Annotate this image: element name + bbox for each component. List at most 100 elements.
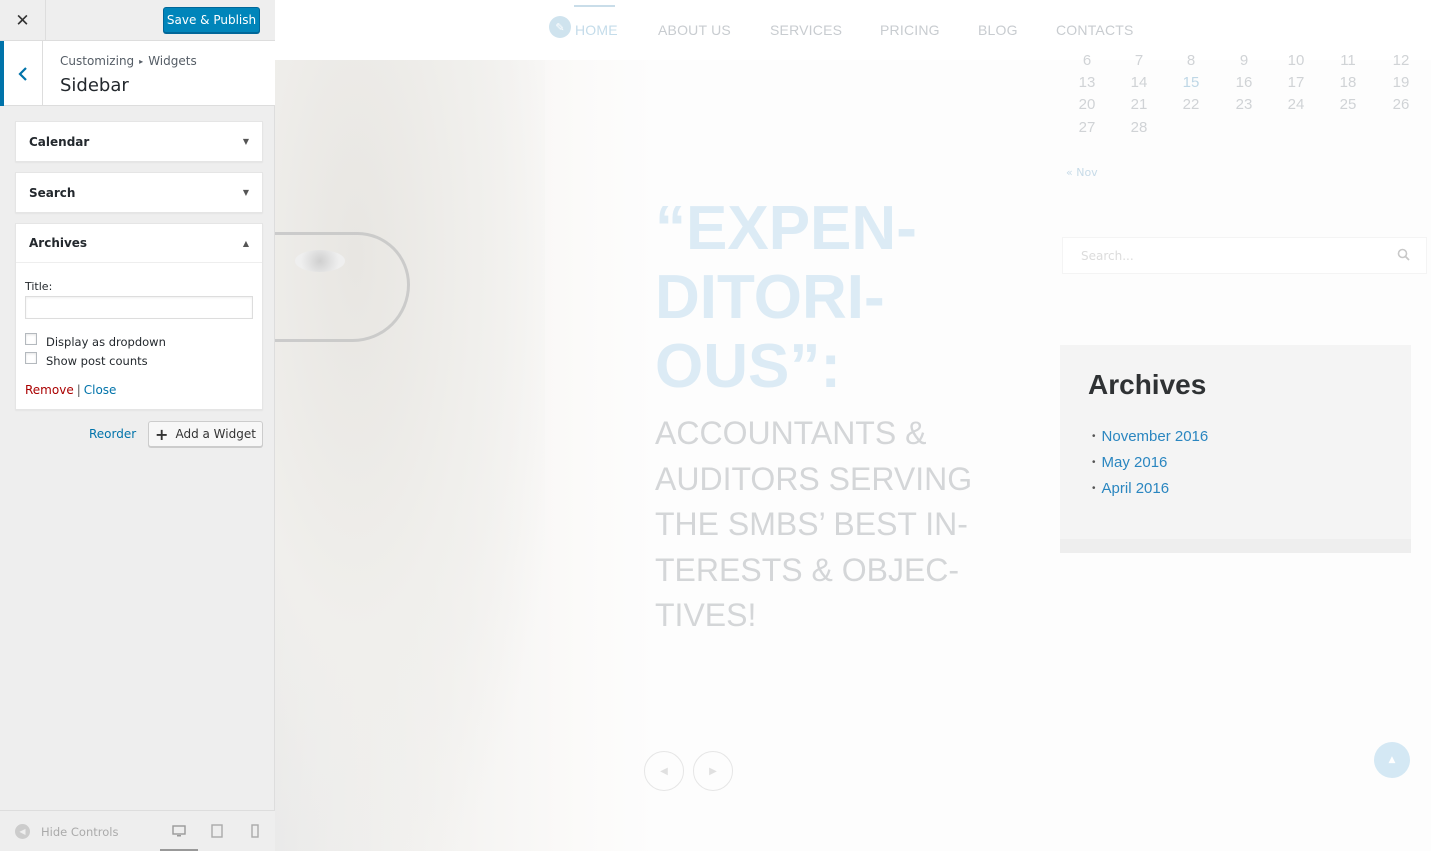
archive-link[interactable]: May 2016: [1102, 454, 1168, 471]
section-header: Customizing ▸ Widgets Sidebar: [0, 41, 275, 106]
calendar-day: 9: [1239, 52, 1249, 69]
nav-contacts[interactable]: CONTACTS: [1056, 22, 1134, 38]
archive-link[interactable]: November 2016: [1102, 428, 1209, 445]
search-placeholder: Search...: [1081, 249, 1134, 263]
hero-subtitle-line: ACCOUNTANTS &: [655, 415, 927, 451]
calendar-day: 8: [1186, 52, 1196, 69]
nav-about-us[interactable]: ABOUT US: [658, 22, 731, 38]
mobile-preview-icon[interactable]: [248, 824, 262, 838]
search-widget[interactable]: Search...: [1062, 237, 1427, 274]
widget-calendar-header[interactable]: Calendar ▼: [16, 122, 262, 161]
dropdown-label[interactable]: Display as dropdown: [46, 335, 166, 349]
add-widget-label: Add a Widget: [175, 427, 256, 441]
breadcrumb: Customizing ▸ Widgets: [60, 54, 197, 68]
slider-prev-button[interactable]: ◀: [644, 751, 684, 791]
archive-item[interactable]: • April 2016: [1092, 475, 1208, 501]
title-input[interactable]: [25, 296, 253, 319]
calendar-day: 20: [1078, 96, 1096, 113]
calendar-day: 13: [1078, 74, 1096, 91]
calendar-day-link[interactable]: 15: [1169, 74, 1213, 91]
breadcrumb-root: Customizing: [60, 54, 135, 68]
calendar-day: 21: [1130, 96, 1148, 113]
calendar-day: 6: [1082, 52, 1092, 69]
edit-shortcut-pencil-icon[interactable]: ✎: [549, 16, 571, 38]
breadcrumb-child: Widgets: [148, 54, 197, 68]
chevron-left-icon: [18, 66, 27, 81]
nav-blog[interactable]: BLOG: [978, 22, 1018, 38]
active-nav-indicator: [574, 5, 615, 7]
site-nav: ✎ HOME ABOUT US SERVICES PRICING BLOG CO…: [275, 0, 1431, 60]
archive-link[interactable]: April 2016: [1102, 480, 1170, 497]
calendar-row: 27 28: [1065, 119, 1415, 141]
customizer-footer: ◀ Hide Controls: [0, 810, 275, 851]
hero-glasses: [275, 232, 410, 342]
post-counts-option: Show post counts: [25, 352, 148, 368]
expand-arrow-icon[interactable]: ▼: [243, 137, 249, 146]
back-button[interactable]: [0, 41, 43, 106]
calendar-day: 19: [1392, 74, 1410, 91]
calendar-day: 22: [1182, 96, 1200, 113]
post-counts-label[interactable]: Show post counts: [46, 354, 148, 368]
hero-quote-line: DITORI-: [655, 263, 885, 332]
scroll-to-top-button[interactable]: ▲: [1374, 742, 1410, 778]
calendar-day: 18: [1339, 74, 1357, 91]
calendar-prev-month-link[interactable]: « Nov: [1066, 166, 1098, 179]
remove-link[interactable]: Remove: [25, 383, 74, 397]
hero-subtitle-line: TERESTS & OBJEC-: [655, 551, 960, 588]
archive-item[interactable]: • May 2016: [1092, 449, 1208, 475]
widget-archives: Archives ▲ Title: Display as dropdown Sh…: [15, 223, 263, 410]
customizer-header: ✕ Save & Publish: [0, 0, 275, 41]
collapse-arrow-icon[interactable]: ▲: [243, 239, 249, 248]
plus-icon: +: [155, 424, 169, 444]
dropdown-checkbox[interactable]: [25, 333, 37, 345]
hero-quote-line: OUS”:: [655, 332, 841, 401]
slider-next-button[interactable]: ▶: [693, 751, 733, 791]
reorder-link[interactable]: Reorder: [89, 427, 136, 441]
calendar-day: 23: [1235, 96, 1253, 113]
archives-widget: Archives • November 2016 • May 2016 • April…: [1060, 345, 1411, 553]
hero-quote-line: “EXPEN-: [655, 194, 917, 263]
dropdown-option: Display as dropdown: [25, 333, 166, 349]
nav-pricing[interactable]: PRICING: [880, 22, 940, 38]
archives-title: Archives: [1088, 369, 1207, 400]
archive-item[interactable]: • November 2016: [1092, 423, 1208, 449]
calendar-day: 25: [1339, 96, 1357, 113]
widget-archives-header[interactable]: Archives ▲: [16, 224, 262, 263]
section-title: Sidebar: [60, 75, 129, 96]
calendar-row: 13 14 15 16 17 18 19: [1065, 74, 1415, 96]
desktop-preview-icon[interactable]: [172, 824, 186, 838]
hero-subtitle: ACCOUNTANTS & AUDITORS SERVING THE SMBS’…: [655, 411, 995, 639]
widget-search-header[interactable]: Search ▼: [16, 173, 262, 212]
close-icon: ✕: [15, 10, 30, 31]
post-counts-checkbox[interactable]: [25, 352, 37, 364]
widget-title: Search: [29, 185, 76, 200]
breadcrumb-separator: ▸: [139, 57, 144, 66]
calendar-day: 27: [1078, 119, 1096, 136]
hero-subtitle-line: THE SMBS’ BEST IN-: [655, 506, 968, 543]
nav-services[interactable]: SERVICES: [770, 22, 842, 38]
expand-arrow-icon[interactable]: ▼: [243, 188, 249, 197]
customizer-panel: ✕ Save & Publish Customizing ▸ Widgets Sid…: [0, 0, 275, 851]
widget-title: Archives: [29, 236, 88, 250]
site-preview: ✎ HOME ABOUT US SERVICES PRICING BLOG CO…: [275, 0, 1431, 851]
calendar-day: 28: [1130, 119, 1148, 136]
add-widget-button[interactable]: + Add a Widget: [148, 421, 263, 447]
slider-prev-icon: ◀: [660, 765, 668, 777]
calendar-day: 12: [1392, 52, 1410, 69]
hero-subtitle-line: TIVES!: [655, 597, 757, 634]
close-link[interactable]: Close: [84, 383, 117, 397]
hero-hair-shading: [275, 60, 545, 851]
calendar-row: 6 7 8 9 10 11 12: [1065, 52, 1415, 74]
title-label: Title:: [25, 280, 53, 293]
close-customizer-button[interactable]: ✕: [0, 0, 46, 41]
save-publish-button[interactable]: Save & Publish: [163, 7, 260, 33]
widget-calendar: Calendar ▼: [15, 121, 263, 162]
hide-controls-button[interactable]: ◀ Hide Controls: [15, 824, 118, 839]
search-icon[interactable]: [1397, 248, 1410, 261]
chevron-up-icon: ▲: [1388, 755, 1396, 765]
nav-home[interactable]: HOME: [575, 22, 618, 38]
tablet-preview-icon[interactable]: [210, 824, 224, 838]
calendar-day: 11: [1340, 52, 1356, 69]
widget-search: Search ▼: [15, 172, 263, 213]
widget-title: Calendar: [29, 134, 90, 149]
